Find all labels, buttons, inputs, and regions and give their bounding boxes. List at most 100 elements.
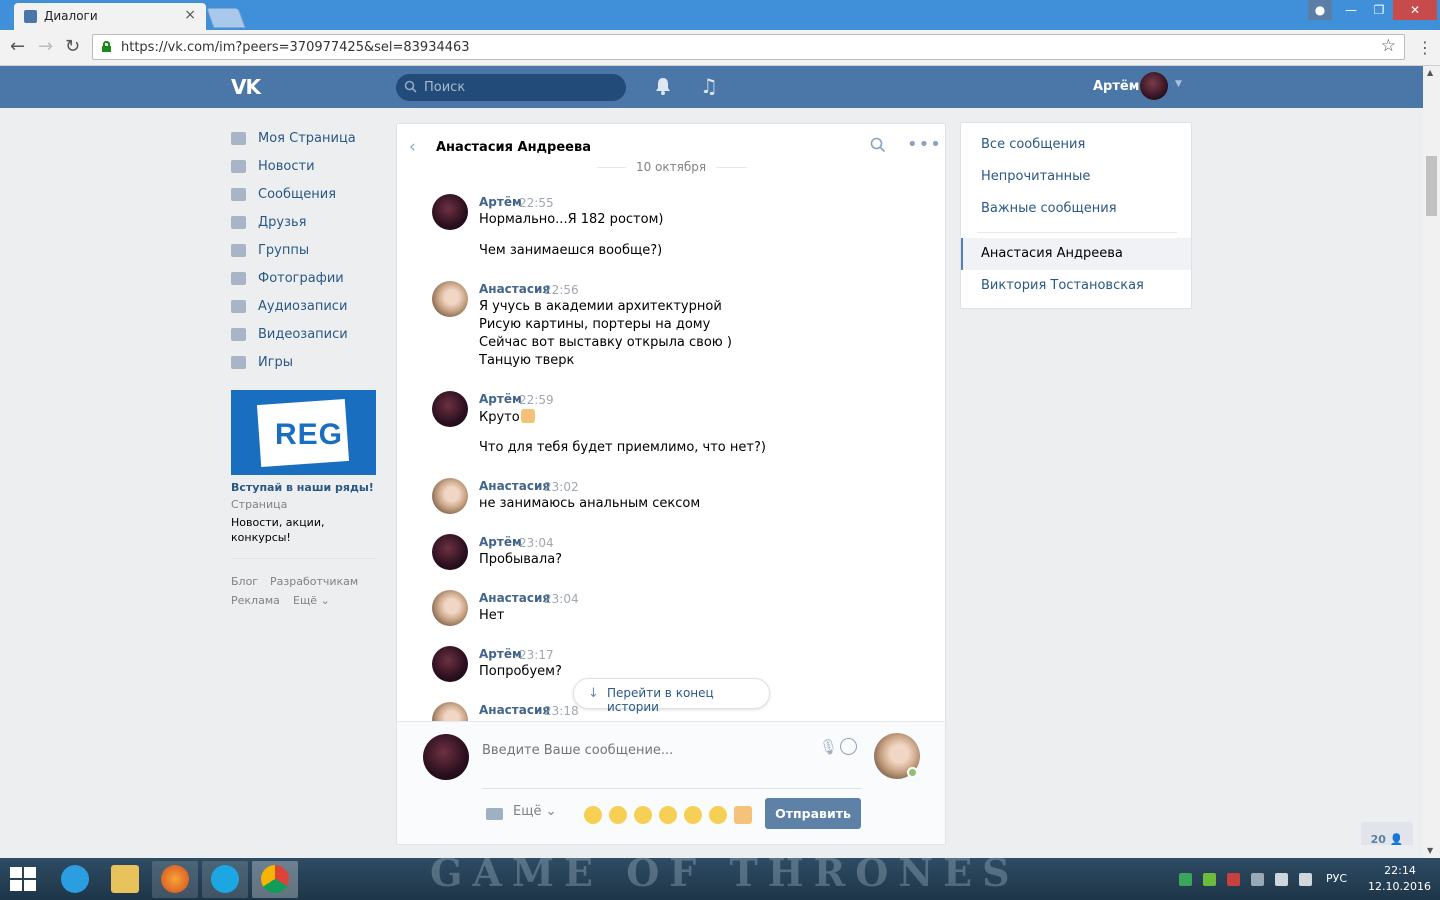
music-icon[interactable]: ♫ <box>700 74 718 98</box>
filter-important[interactable]: Важные сообщения <box>981 201 1117 216</box>
sidebar-item[interactable]: Новости <box>231 152 381 180</box>
message-input[interactable] <box>482 740 862 760</box>
message-time[interactable]: 23:18 <box>544 704 579 718</box>
tab-close-button[interactable]: × <box>184 7 196 23</box>
message-time[interactable]: 22:55 <box>519 196 554 210</box>
browser-menu-icon[interactable]: ⋮ <box>1417 38 1433 57</box>
tray-language[interactable]: РУС <box>1326 872 1347 885</box>
more-dots-icon[interactable]: ••• <box>907 134 942 155</box>
sidebar-item[interactable]: Аудиозаписи <box>231 292 381 320</box>
windows-start-icon[interactable] <box>10 867 38 893</box>
message-avatar[interactable] <box>432 391 468 427</box>
emoji-relieved-icon[interactable] <box>584 806 602 824</box>
vk-logo[interactable]: VK <box>231 75 261 99</box>
jump-to-end-button[interactable]: ↓ Перейти в конец истории <box>573 678 770 714</box>
sidebar-item[interactable]: Фотографии <box>231 264 381 292</box>
ad-title[interactable]: Вступай в наши ряды! <box>231 481 374 494</box>
filter-unread[interactable]: Непрочитанные <box>981 169 1090 184</box>
message-avatar[interactable] <box>432 646 468 682</box>
emoji-thumbs-up-icon[interactable] <box>734 806 752 824</box>
emoji-wink-icon[interactable] <box>659 806 677 824</box>
message-avatar[interactable] <box>432 534 468 570</box>
message-time[interactable]: 22:59 <box>519 393 554 407</box>
back-chevron-icon[interactable]: ‹ <box>409 137 416 157</box>
window-restore-button[interactable]: ❐ <box>1365 0 1393 20</box>
message-list[interactable]: Артём 22:55 Нормально...Я 182 ростом) Чем з… <box>397 184 945 721</box>
taskbar-ie-icon[interactable] <box>52 861 98 898</box>
chevron-down-icon[interactable]: ▼ <box>1175 79 1182 89</box>
sidebar-item[interactable]: Сообщения <box>231 180 381 208</box>
tray-security-icon[interactable] <box>1203 873 1216 886</box>
message-time[interactable]: 23:17 <box>519 648 554 662</box>
footer-developers-link[interactable]: Разработчикам <box>270 575 358 588</box>
address-bar[interactable]: https://vk.com/im?peers=370977425&sel=83… <box>92 34 1405 60</box>
message-author[interactable]: Артём <box>479 535 522 549</box>
sidebar-item[interactable]: Группы <box>231 236 381 264</box>
send-button[interactable]: Отправить <box>765 798 861 829</box>
forward-arrow-icon[interactable]: → <box>38 36 53 57</box>
message-author[interactable]: Анастасия <box>479 479 550 493</box>
camera-icon[interactable] <box>486 808 503 820</box>
scroll-down-icon[interactable]: ▼ <box>1427 846 1433 855</box>
message-author[interactable]: Анастасия <box>479 282 550 296</box>
emoji-picker-icon[interactable] <box>840 738 857 755</box>
url-text[interactable]: https://vk.com/im?peers=370977425&sel=83… <box>121 40 470 55</box>
message-author[interactable]: Анастасия <box>479 591 550 605</box>
tray-volume-icon[interactable] <box>1299 873 1312 886</box>
back-arrow-icon[interactable]: ← <box>10 36 25 57</box>
sidebar-item[interactable]: Друзья <box>231 208 381 236</box>
bookmark-star-icon[interactable]: ☆ <box>1381 36 1396 56</box>
footer-ads-link[interactable]: Реклама <box>231 594 280 607</box>
footer-more-link[interactable]: Ещё ⌄ <box>293 594 330 607</box>
taskbar-firefox-icon[interactable] <box>152 861 198 898</box>
message-time[interactable]: 22:56 <box>544 283 579 297</box>
tray-app-icon[interactable] <box>1179 873 1192 886</box>
header-user-name[interactable]: Артём <box>1093 79 1139 94</box>
taskbar-explorer-icon[interactable] <box>102 861 148 898</box>
reg-ad-banner[interactable]: REG <box>231 390 376 475</box>
tray-time[interactable]: 22:14 <box>1380 864 1420 877</box>
reload-icon[interactable]: ↻ <box>65 36 80 57</box>
message-time[interactable]: 23:04 <box>519 536 554 550</box>
taskbar-chrome-icon[interactable] <box>252 861 298 898</box>
message-author[interactable]: Артём <box>479 647 522 661</box>
message-avatar[interactable] <box>432 590 468 626</box>
composer-my-avatar[interactable] <box>423 734 469 780</box>
filter-all-messages[interactable]: Все сообщения <box>981 137 1085 152</box>
footer-blog-link[interactable]: Блог <box>231 575 258 588</box>
microphone-icon[interactable]: 🎙 <box>819 738 838 756</box>
scroll-thumb[interactable] <box>1426 156 1437 216</box>
message-author[interactable]: Анастасия <box>479 703 550 717</box>
dialog-item[interactable]: Виктория Тостановская <box>981 278 1144 293</box>
page-scrollbar[interactable]: ▲ ▼ <box>1423 66 1440 858</box>
tray-date[interactable]: 12.10.2016 <box>1368 880 1431 893</box>
message-time[interactable]: 23:04 <box>544 592 579 606</box>
chat-search-icon[interactable] <box>870 137 886 153</box>
dialog-item-active[interactable]: Анастасия Андреева <box>961 238 1191 270</box>
message-avatar[interactable] <box>432 702 468 721</box>
bell-icon[interactable] <box>654 76 672 96</box>
emoji-joy-icon[interactable] <box>634 806 652 824</box>
tray-network-icon[interactable] <box>1275 873 1288 886</box>
search-input[interactable]: Поиск <box>396 74 626 101</box>
taskbar-skype-icon[interactable] <box>202 861 248 898</box>
emoji-blush-icon[interactable] <box>609 806 627 824</box>
tray-flag-icon[interactable] <box>1251 873 1264 886</box>
window-close-button[interactable]: ✕ <box>1393 0 1437 20</box>
message-avatar[interactable] <box>432 478 468 514</box>
chat-title[interactable]: Анастасия Андреева <box>436 140 591 155</box>
sidebar-item[interactable]: Игры <box>231 348 381 376</box>
header-avatar[interactable] <box>1140 72 1168 100</box>
sidebar-item[interactable]: Моя Страница <box>231 124 381 152</box>
sidebar-item[interactable]: Видеозаписи <box>231 320 381 348</box>
message-author[interactable]: Артём <box>479 195 522 209</box>
attach-more-button[interactable]: Ещё ⌄ <box>513 804 556 819</box>
browser-tab-dialogs[interactable]: Диалоги × <box>14 3 206 30</box>
message-author[interactable]: Артём <box>479 392 522 406</box>
message-avatar[interactable] <box>432 281 468 317</box>
emoji-scream-icon[interactable] <box>684 806 702 824</box>
tray-game-icon[interactable] <box>1227 873 1240 886</box>
window-minimize-button[interactable]: — <box>1337 0 1365 20</box>
emoji-pensive-icon[interactable] <box>709 806 727 824</box>
window-user-icon[interactable]: ● <box>1308 0 1332 20</box>
